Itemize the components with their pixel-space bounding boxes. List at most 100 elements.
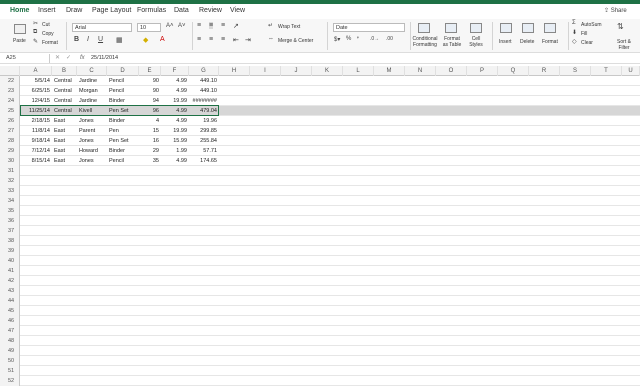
table-cell[interactable] (163, 316, 187, 326)
table-cell[interactable] (191, 276, 217, 286)
table-cell[interactable] (54, 316, 75, 326)
table-row[interactable]: 36 (0, 216, 640, 226)
row-header[interactable]: 31 (0, 166, 20, 176)
table-cell[interactable]: Central (54, 76, 75, 86)
table-cell[interactable] (109, 236, 137, 246)
fill-button[interactable]: Fill (581, 31, 587, 37)
table-cell[interactable] (141, 316, 159, 326)
table-cell[interactable] (141, 296, 159, 306)
table-cell[interactable] (141, 306, 159, 316)
name-box[interactable]: A25 (6, 54, 50, 63)
table-cell[interactable] (54, 166, 75, 176)
table-cell[interactable] (191, 306, 217, 316)
table-cell[interactable] (54, 246, 75, 256)
italic-icon[interactable]: I (87, 36, 89, 43)
table-cell[interactable] (79, 196, 105, 206)
column-header[interactable]: D (107, 66, 139, 76)
row-header[interactable]: 44 (0, 296, 20, 306)
table-cell[interactable]: 35 (141, 156, 159, 166)
table-cell[interactable]: 16 (141, 136, 159, 146)
table-cell[interactable] (141, 346, 159, 356)
table-cell[interactable] (22, 326, 50, 336)
table-row[interactable]: 29 7/12/14 East Howard Binder 29 1.99 57.71 (0, 146, 640, 156)
row-header[interactable]: 32 (0, 176, 20, 186)
row-header[interactable]: 23 (0, 86, 20, 96)
table-cell[interactable] (163, 186, 187, 196)
table-row[interactable]: 42 (0, 276, 640, 286)
align-middle-icon[interactable]: ≡ (209, 22, 214, 29)
table-cell[interactable] (54, 196, 75, 206)
table-cell[interactable]: 57.71 (191, 146, 217, 156)
column-header[interactable]: Q (498, 66, 529, 76)
table-cell[interactable]: 4.99 (163, 116, 187, 126)
table-cell[interactable] (163, 266, 187, 276)
align-bottom-icon[interactable]: ≡ (221, 22, 225, 29)
table-cell[interactable] (22, 246, 50, 256)
table-cell[interactable]: 4.99 (163, 76, 187, 86)
table-cell[interactable]: 29 (141, 146, 159, 156)
table-cell[interactable] (54, 286, 75, 296)
decrease-font-icon[interactable]: A˅ (178, 23, 186, 29)
table-cell[interactable]: Jones (79, 116, 105, 126)
row-header[interactable]: 40 (0, 256, 20, 266)
row-header[interactable]: 50 (0, 356, 20, 366)
row-header[interactable]: 46 (0, 316, 20, 326)
sheet-grid[interactable]: 22 5/5/14 Central Jardine Pencil 90 4.99 449.10… (0, 76, 640, 391)
table-cell[interactable]: 4.99 (163, 86, 187, 96)
column-header[interactable]: R (529, 66, 560, 76)
table-cell[interactable] (141, 196, 159, 206)
cancel-icon[interactable]: ✕ (55, 54, 60, 61)
table-cell[interactable]: 6/25/15 (22, 86, 50, 96)
table-cell[interactable] (22, 236, 50, 246)
table-cell[interactable] (22, 196, 50, 206)
table-cell[interactable]: Jones (79, 156, 105, 166)
cut-button[interactable]: Cut (42, 22, 50, 28)
table-cell[interactable]: 90 (141, 86, 159, 96)
table-cell[interactable] (141, 256, 159, 266)
table-cell[interactable] (22, 206, 50, 216)
table-row[interactable]: 37 (0, 226, 640, 236)
table-cell[interactable] (54, 366, 75, 376)
table-row[interactable]: 32 (0, 176, 640, 186)
table-cell[interactable] (191, 186, 217, 196)
tab-insert[interactable]: Insert (38, 7, 56, 14)
table-cell[interactable] (163, 376, 187, 386)
accounting-format-icon[interactable]: $▾ (334, 36, 340, 43)
table-cell[interactable] (109, 166, 137, 176)
table-cell[interactable] (191, 326, 217, 336)
table-cell[interactable]: Central (54, 86, 75, 96)
table-cell[interactable] (191, 286, 217, 296)
row-header[interactable]: 48 (0, 336, 20, 346)
table-row[interactable]: 40 (0, 256, 640, 266)
column-header[interactable]: A (20, 66, 52, 76)
table-cell[interactable]: Parent (79, 126, 105, 136)
table-row[interactable]: 50 (0, 356, 640, 366)
table-cell[interactable] (22, 376, 50, 386)
table-cell[interactable] (109, 256, 137, 266)
table-cell[interactable] (54, 326, 75, 336)
table-cell[interactable] (22, 306, 50, 316)
table-cell[interactable] (109, 336, 137, 346)
table-cell[interactable] (109, 326, 137, 336)
table-cell[interactable]: East (54, 136, 75, 146)
insert-function-icon[interactable]: fx (80, 54, 85, 63)
table-row[interactable]: 23 6/25/15 Central Morgan Pencil 90 4.99 449.10 (0, 86, 640, 96)
table-cell[interactable] (163, 246, 187, 256)
table-cell[interactable] (79, 186, 105, 196)
table-row[interactable]: 47 (0, 326, 640, 336)
table-cell[interactable] (109, 226, 137, 236)
number-format-select[interactable]: Date (333, 23, 405, 32)
increase-decimal-icon[interactable]: .0→ (370, 36, 379, 42)
table-cell[interactable] (191, 206, 217, 216)
table-cell[interactable] (22, 296, 50, 306)
table-row[interactable]: 30 8/15/14 East Jones Pencil 35 4.99 174.65 (0, 156, 640, 166)
comma-style-icon[interactable]: ❜ (357, 36, 359, 43)
align-right-icon[interactable]: ≡ (221, 36, 225, 43)
row-header[interactable]: 24 (0, 96, 20, 106)
table-cell[interactable] (22, 216, 50, 226)
table-cell[interactable] (141, 276, 159, 286)
table-cell[interactable] (141, 236, 159, 246)
table-cell[interactable] (54, 236, 75, 246)
table-row[interactable]: 33 (0, 186, 640, 196)
wrap-text-button[interactable]: Wrap Text (278, 24, 300, 30)
